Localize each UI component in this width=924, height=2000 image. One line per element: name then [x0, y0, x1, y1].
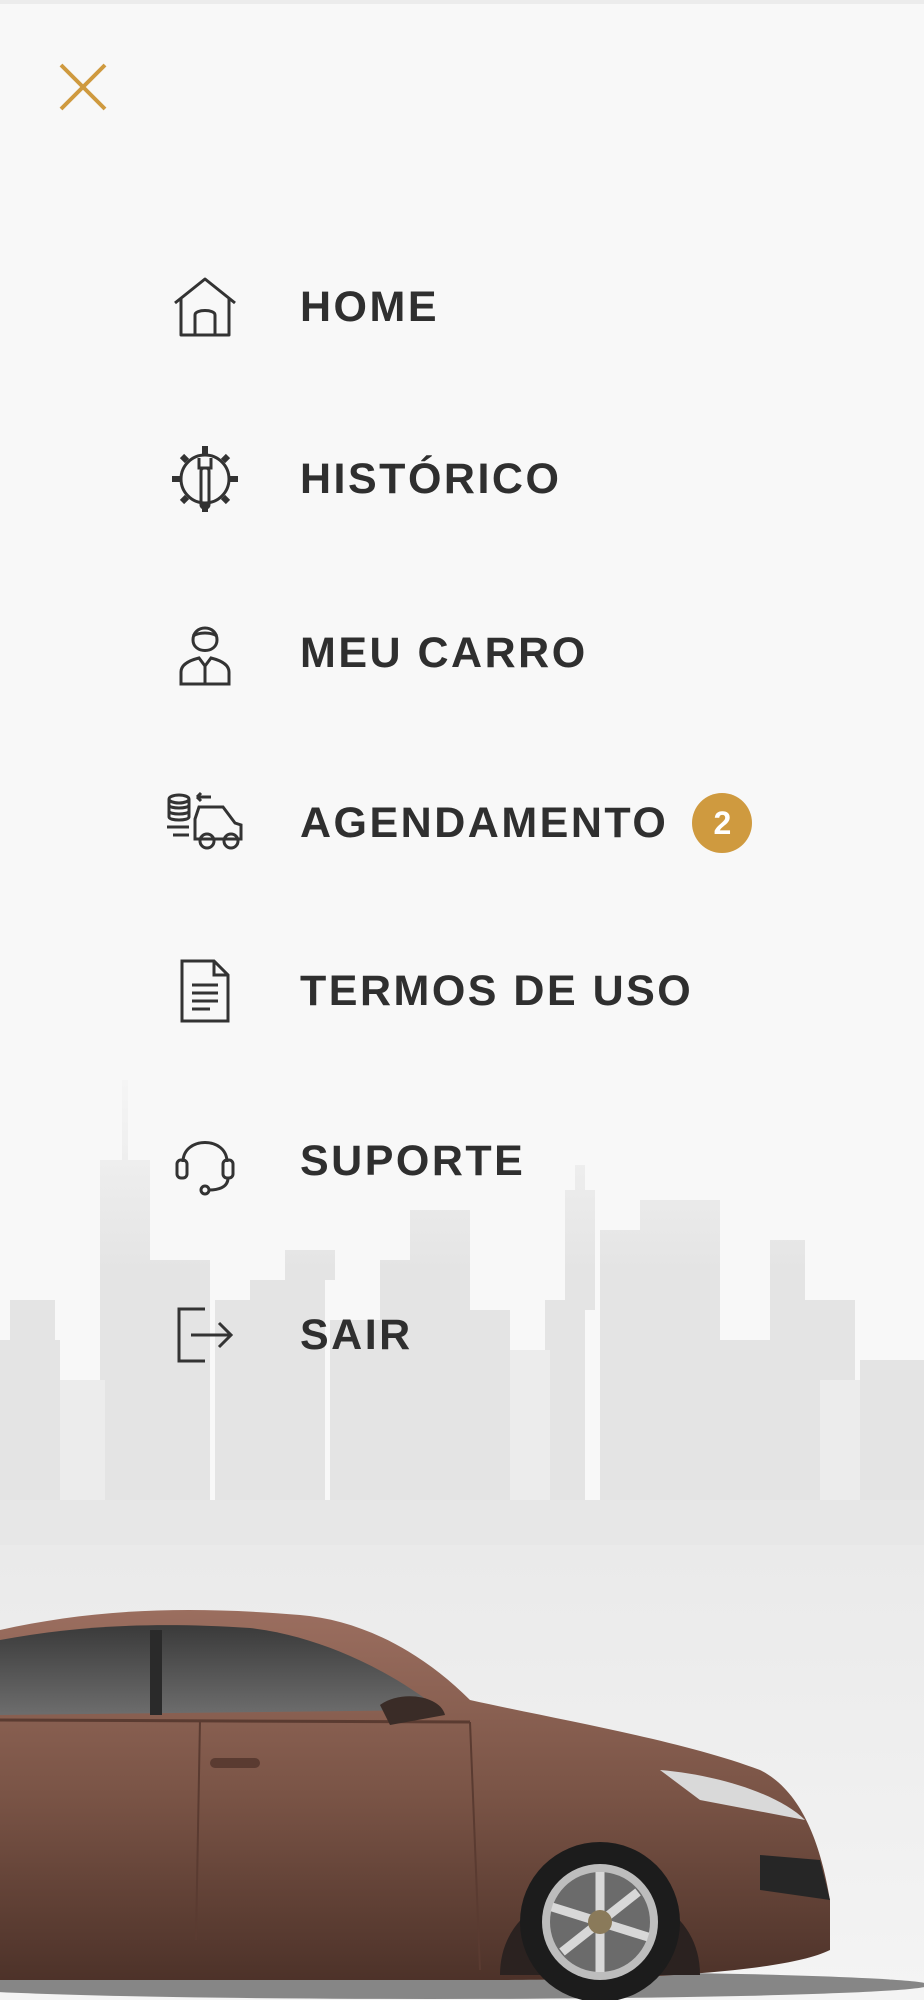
side-menu-screen: HOME HISTÓRICO MEU CARRO AGENDAMENTO 2 T… [0, 0, 924, 2000]
menu-item-label: TERMOS DE USO [300, 966, 694, 1015]
menu-item-label: HOME [300, 282, 439, 331]
menu-item-historico[interactable]: HISTÓRICO [160, 424, 800, 534]
home-icon [160, 262, 250, 352]
document-icon [160, 946, 250, 1036]
logout-icon [160, 1290, 250, 1380]
user-icon [160, 608, 250, 698]
wrench-gear-icon [160, 434, 250, 524]
menu-item-agendamento[interactable]: AGENDAMENTO 2 [160, 768, 800, 878]
menu-item-suporte[interactable]: SUPORTE [160, 1106, 800, 1216]
menu-item-termos-de-uso[interactable]: TERMOS DE USO [160, 936, 800, 1046]
menu-item-sair[interactable]: SAIR [160, 1280, 800, 1390]
car-service-icon [160, 778, 250, 868]
menu-item-label: SAIR [300, 1310, 413, 1359]
menu-item-label: SUPORTE [300, 1136, 526, 1185]
menu-item-meu-carro[interactable]: MEU CARRO [160, 598, 800, 708]
headset-icon [160, 1116, 250, 1206]
menu-item-home[interactable]: HOME [160, 252, 800, 362]
notification-badge: 2 [692, 793, 753, 853]
menu-item-label: HISTÓRICO [300, 454, 562, 503]
menu-item-label: AGENDAMENTO [300, 798, 669, 847]
menu-item-label: MEU CARRO [300, 628, 588, 677]
